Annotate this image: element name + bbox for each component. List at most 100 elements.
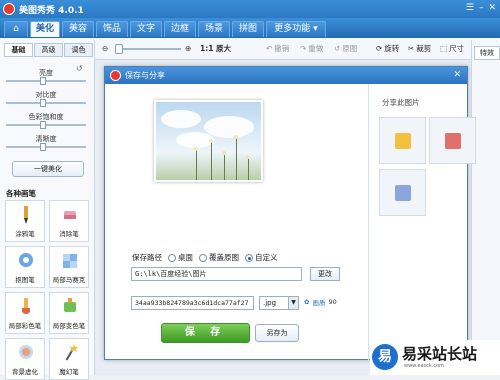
tab-more[interactable]: 更多功能 ▾ (266, 21, 326, 37)
radio-custom[interactable]: 自定义 (245, 252, 278, 263)
pen-mosaic-label: 局部马赛克 (52, 276, 86, 284)
graffiti-pen-icon (24, 206, 28, 224)
filename-input[interactable]: 34aa933b824789a3c6d1dca77af27 (131, 296, 254, 310)
size-button[interactable]: ⬚ 尺寸 (440, 42, 464, 56)
quality-label: 画质 (312, 299, 326, 307)
quality-gear-icon: ✿ (304, 298, 310, 306)
tab-collage[interactable]: 拼图 (232, 21, 264, 37)
tab-scene[interactable]: 场景 (198, 21, 230, 37)
radio-overwrite-label: 覆盖原图 (209, 253, 239, 262)
preview-image (154, 100, 263, 182)
app-logo-icon (3, 3, 15, 15)
sharpness-slider[interactable] (6, 143, 86, 151)
radio-overwrite[interactable]: 覆盖原图 (199, 252, 239, 263)
tab-beautify[interactable]: 美化 (30, 21, 60, 37)
pen-eraser[interactable]: 消除笔 (49, 200, 89, 242)
change-path-button[interactable]: 更改 (310, 267, 340, 281)
original-size-button[interactable]: 1:1 原大 (200, 42, 231, 56)
brightness-knob[interactable] (40, 77, 46, 85)
flower-head (194, 147, 198, 151)
share-option-1[interactable] (379, 117, 426, 164)
pen-mosaic[interactable]: 局部马赛克 (49, 246, 89, 288)
zoom-out-icon[interactable]: ⊖ (102, 42, 108, 56)
zoom-slider[interactable] (115, 44, 181, 54)
redo-icon: ↷ (300, 44, 307, 53)
pen-local-recolor[interactable]: 局部变色笔 (49, 292, 89, 334)
radio-desktop[interactable]: 桌面 (168, 252, 193, 263)
tab-accessory[interactable]: 饰品 (96, 21, 128, 37)
pen-magic[interactable]: 魔幻笔 (49, 338, 89, 380)
radio-overwrite-circle[interactable] (199, 253, 207, 262)
chevron-down-icon[interactable]: ▼ (288, 297, 298, 309)
dialog-logo-icon (110, 70, 121, 81)
saturation-slider[interactable] (6, 121, 86, 129)
home-icon[interactable]: ⌂ (4, 21, 28, 37)
pen-bg-blur[interactable]: 背景虚化 (5, 338, 45, 380)
restore-button[interactable]: ↺ 原图 (334, 42, 357, 56)
brightness-slider[interactable] (6, 77, 86, 85)
tab-effects[interactable]: 特效 (474, 46, 500, 60)
background-blur-icon (19, 345, 33, 359)
subtab-advanced[interactable]: 高级 (34, 43, 63, 57)
pen-eraser-label: 消除笔 (59, 230, 79, 238)
tab-text[interactable]: 文字 (130, 21, 162, 37)
pen-cutout[interactable]: 抠图笔 (5, 246, 45, 288)
cloud-shape (204, 116, 254, 138)
pen-graffiti[interactable]: 涂鸦笔 (5, 200, 45, 242)
pen-local-color-label: 局部彩色笔 (8, 322, 42, 330)
contrast-knob[interactable] (40, 99, 46, 107)
rotate-label: 旋转 (384, 44, 400, 53)
subtab-color[interactable]: 调色 (64, 43, 93, 57)
one-click-beautify-button[interactable]: 一键美化 (12, 161, 84, 177)
quality-value: 90 (328, 298, 337, 306)
pens-section-title: 各种画笔 (6, 189, 36, 198)
menu-icon[interactable]: ☰ (466, 3, 474, 13)
flower-head (234, 135, 238, 139)
crop-label: 裁剪 (416, 44, 432, 53)
subtab-basic[interactable]: 基础 (4, 43, 33, 57)
sharpness-knob[interactable] (40, 143, 46, 151)
contrast-slider[interactable] (6, 99, 86, 107)
window-controls: ☰ – ✕ (466, 3, 496, 13)
tab-frame[interactable]: 边框 (164, 21, 196, 37)
radio-custom-circle[interactable] (245, 253, 253, 262)
quality-control[interactable]: ✿ 画质 90 (304, 297, 337, 307)
save-path-input[interactable]: G:\lk\百度经验\图片 (131, 267, 302, 281)
saturation-label: 色彩饱和度 (28, 113, 64, 121)
undo-label: 撤销 (274, 44, 290, 53)
pen-local-color[interactable]: 局部彩色笔 (5, 292, 45, 334)
radio-desktop-circle[interactable] (168, 253, 176, 262)
format-select[interactable]: .jpg ▼ (259, 296, 299, 310)
share-option-3[interactable] (379, 169, 426, 216)
restore-icon: ↺ (334, 44, 341, 53)
rotate-button[interactable]: ⟳ 旋转 (376, 42, 399, 56)
tab-face[interactable]: 美容 (62, 21, 94, 37)
redo-button[interactable]: ↷ 重做 (300, 42, 323, 56)
flower-stem (196, 150, 197, 180)
mosaic-icon (63, 254, 77, 268)
save-button[interactable]: 保 存 (161, 323, 250, 343)
saturation-knob[interactable] (40, 121, 46, 129)
watermark-text: 易采站长站 (402, 345, 478, 363)
close-icon[interactable]: ✕ (488, 3, 496, 13)
left-panel: 基础 高级 调色 ↺ 亮度 对比度 色彩饱和度 清晰度 一键美化 各种画笔 涂鸦… (0, 40, 95, 380)
dialog-title: 保存与分享 (125, 71, 165, 80)
undo-button[interactable]: ↶ 撤销 (266, 42, 289, 56)
undo-icon: ↶ (266, 44, 273, 53)
flower-head (246, 155, 250, 159)
pen-cutout-label: 抠图笔 (15, 276, 35, 284)
crop-button[interactable]: ✂ 裁剪 (408, 42, 431, 56)
restore-label: 原图 (342, 44, 358, 53)
zoom-in-icon[interactable]: ⊕ (185, 42, 191, 56)
minimize-icon[interactable]: – (479, 3, 484, 13)
zoom-slider-knob[interactable] (115, 44, 123, 54)
magic-wand-icon (65, 344, 78, 361)
brightness-adjust: 亮度 (6, 68, 86, 85)
share-option-2[interactable] (429, 117, 476, 164)
save-as-button[interactable]: 另存为 (255, 324, 299, 342)
share-logo-icon (395, 133, 411, 149)
share-logo-icon (445, 133, 461, 149)
title-bar: 美图秀秀 4.0.1 ☰ – ✕ (0, 0, 500, 18)
format-value: .jpg (263, 299, 277, 307)
dialog-close-icon[interactable]: ✕ (453, 67, 461, 84)
